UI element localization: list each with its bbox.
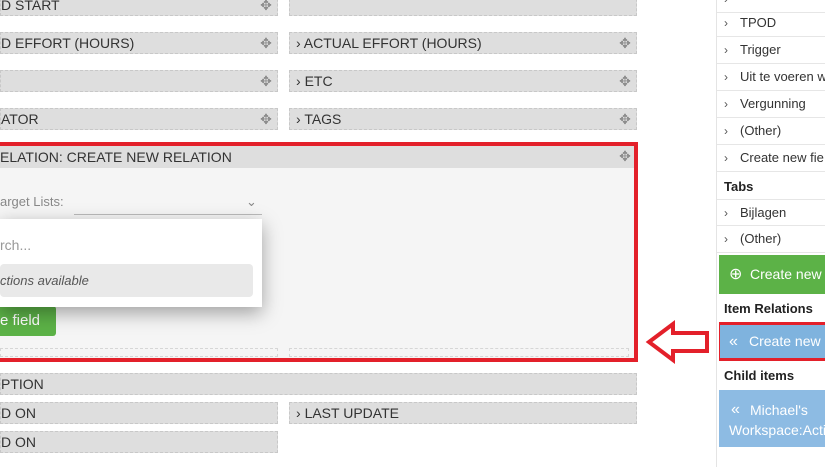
highlight-box [0,142,638,362]
plus-circle-icon: ⊕ [729,266,743,283]
sidebar-item-uit-te-voeren[interactable]: › Uit te voeren w [717,64,825,91]
field-label: ACTUAL EFFORT (HOURS) [303,35,482,51]
field-description[interactable]: PTION [0,373,637,395]
sidebar-item-label: Create new fie [740,150,824,165]
field-label-with-chevron: › LAST UPDATE [296,403,399,423]
chevron-right-icon: › [724,151,728,165]
chevron-right-icon: › [724,232,728,246]
field-empty-top-right [289,0,637,16]
field-sidebar: › › TPOD › Trigger › Uit te voeren w › V… [716,0,825,467]
move-icon[interactable]: ✥ [617,109,633,129]
move-icon[interactable]: ✥ [617,71,633,91]
double-chevron-left-icon: « [731,401,740,418]
field-creator[interactable]: ATOR ✥ [0,108,278,130]
chevron-right-icon: › [724,43,728,57]
chevron-right-icon: › [296,405,301,421]
field-row2-left[interactable]: ✥ [0,70,278,92]
child-item-subtitle: Workspace:Acti [729,422,825,438]
field-label: D EFFORT (HOURS) [1,35,135,51]
sidebar-item-vergunning[interactable]: › Vergunning [717,91,825,118]
sidebar-item-label: Trigger [740,42,781,57]
create-new-relation-button[interactable]: « Create new [720,325,825,358]
field-label: ATOR [1,111,39,127]
sidebar-item-label: (Other) [740,231,782,246]
chevron-right-icon: › [724,97,728,111]
field-label: D START [1,0,60,13]
chevron-right-icon: › [296,35,301,51]
double-chevron-left-icon: « [729,333,738,350]
field-label: D ON [1,405,36,421]
field-actual-effort[interactable]: › ACTUAL EFFORT (HOURS) ✥ [289,32,637,54]
field-label: D ON [1,434,36,450]
field-label: PTION [1,376,44,392]
move-icon[interactable]: ✥ [258,33,274,53]
field-label: ETC [304,73,333,89]
chevron-right-icon: › [724,70,728,84]
move-icon[interactable]: ✥ [617,33,633,53]
field-tags[interactable]: › TAGS ✥ [289,108,637,130]
child-item-title: Michael's [750,402,808,418]
button-label: Create new [750,266,822,282]
field-etc[interactable]: › ETC ✥ [289,70,637,92]
field-label: LAST UPDATE [304,405,399,421]
chevron-right-icon: › [296,73,301,89]
button-label: Create new [749,333,821,349]
field-label-with-chevron: › ETC [296,71,333,91]
chevron-right-icon: › [724,124,728,138]
tabs-heading: Tabs [724,179,754,194]
sidebar-item-tab-other[interactable]: › (Other) [717,226,825,253]
item-relations-heading: Item Relations [724,301,813,316]
sidebar-item-other[interactable]: › (Other) [717,118,825,145]
sidebar-item-label: Vergunning [740,96,806,111]
sidebar-item-bijlagen[interactable]: › Bijlagen [717,199,825,226]
field-estimated-effort[interactable]: D EFFORT (HOURS) ✥ [0,32,278,54]
sidebar-item-create-new-field[interactable]: › Create new fie [717,145,825,172]
field-start[interactable]: D START ✥ [0,0,278,16]
sidebar-item-trigger[interactable]: › Trigger [717,37,825,64]
move-icon[interactable]: ✥ [258,0,274,15]
sidebar-item-tpod[interactable]: › TPOD [717,10,825,37]
chevron-right-icon: › [724,206,728,220]
create-new-tab-button[interactable]: ⊕ Create new [719,255,825,294]
arrow-left-icon [645,320,709,364]
sidebar-item-label: Bijlagen [740,205,787,220]
child-item-card[interactable]: « Michael's Workspace:Acti [719,390,825,447]
chevron-right-icon: › [724,16,728,30]
field-label: TAGS [304,111,342,127]
field-label-with-chevron: › ACTUAL EFFORT (HOURS) [296,33,482,53]
child-items-heading: Child items [724,368,795,383]
field-last-update[interactable]: › LAST UPDATE [289,402,637,424]
field-label-with-chevron: › TAGS [296,109,341,129]
field-updated-on[interactable]: D ON [0,431,278,453]
chevron-right-icon: › [296,111,301,127]
sidebar-item-label: Uit te voeren w [740,69,825,84]
sidebar-item-label: (Other) [740,123,782,138]
field-created-on[interactable]: D ON [0,402,278,424]
move-icon[interactable]: ✥ [258,109,274,129]
sidebar-item-label: TPOD [740,15,777,30]
move-icon[interactable]: ✥ [258,71,274,91]
